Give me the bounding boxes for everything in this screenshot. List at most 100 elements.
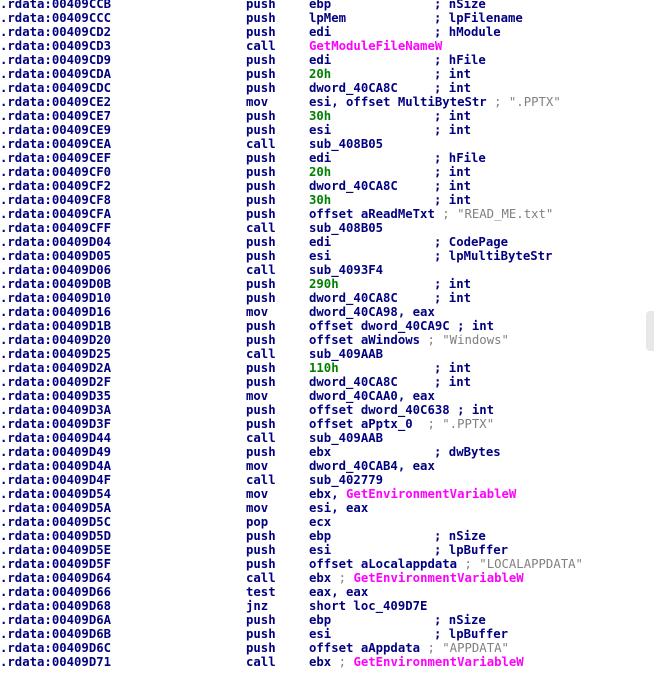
listing-line[interactable]: .rdata:00409CE9 push esi ; int (0, 123, 646, 137)
listing-line[interactable]: .rdata:00409D20 push offset aWindows ; "Wi… (0, 333, 646, 347)
listing-line[interactable]: .rdata:00409D5E push esi ; lpBuffer (0, 543, 646, 557)
line-comment: ; int (434, 277, 471, 291)
listing-line[interactable]: .rdata:00409D2F push dword_40CA8C ; int (0, 375, 646, 389)
line-mnemonic: test (246, 585, 276, 599)
listing-line[interactable]: .rdata:00409D66 test eax, eax (0, 585, 646, 599)
line-comment: ; int (434, 67, 471, 81)
operand-token: edi (309, 25, 332, 39)
operand-token: esi, eax (309, 501, 369, 515)
listing-line[interactable]: .rdata:00409D25 call sub_409AAB (0, 347, 646, 361)
listing-line[interactable]: .rdata:00409CEA call sub_408B05 (0, 137, 646, 151)
operand-token: ; "APPDATA" (427, 641, 509, 655)
line-mnemonic: push (246, 277, 276, 291)
scrollbar-thumb[interactable] (646, 311, 654, 351)
comment-token: ; lpBuffer (434, 627, 509, 641)
line-address: .rdata:00409CCB (0, 0, 112, 11)
listing-line[interactable]: .rdata:00409CFA push offset aReadMeTxt ; "… (0, 207, 646, 221)
line-mnemonic: call (246, 39, 276, 53)
listing-line[interactable]: .rdata:00409D44 call sub_409AAB (0, 431, 646, 445)
line-address: .rdata:00409D68 (0, 599, 112, 613)
line-address: .rdata:00409CDA (0, 67, 112, 81)
line-address: .rdata:00409D5A (0, 501, 112, 515)
listing-line[interactable]: .rdata:00409D0B push 290h ; int (0, 277, 646, 291)
operand-token: offset aReadMeTxt (309, 207, 443, 221)
listing-line[interactable]: .rdata:00409D35 mov dword_40CAA0, eax (0, 389, 646, 403)
listing-line[interactable]: .rdata:00409D4A mov dword_40CAB4, eax (0, 459, 646, 473)
line-operands: edi (309, 151, 331, 165)
listing-line[interactable]: .rdata:00409D3F push offset aPptx_0 ; ".PP… (0, 417, 646, 431)
listing-line[interactable]: .rdata:00409CCC push lpMem ; lpFilename (0, 11, 646, 25)
listing-line[interactable]: .rdata:00409D2A push 110h ; int (0, 361, 646, 375)
line-address: .rdata:00409D2A (0, 361, 112, 375)
line-mnemonic: push (246, 641, 276, 655)
line-mnemonic: push (246, 151, 276, 165)
line-address: .rdata:00409D71 (0, 655, 112, 669)
listing-line[interactable]: .rdata:00409D5D push ebp ; nSize (0, 529, 646, 543)
listing-line[interactable]: .rdata:00409D10 push dword_40CA8C ; int (0, 291, 646, 305)
line-address: .rdata:00409D49 (0, 445, 112, 459)
operand-token: dword_40CA8C (309, 291, 398, 305)
listing-line[interactable]: .rdata:00409D5F push offset aLocalappdata … (0, 557, 646, 571)
disassembly-listing[interactable]: .rdata:00409CCB push ebp; nSize .rdata:0040… (0, 0, 646, 669)
line-comment: ; nSize (434, 529, 486, 543)
listing-line[interactable]: .rdata:00409D68 jnz short loc_409D7E (0, 599, 646, 613)
line-operands: GetModuleFileNameW (309, 39, 442, 53)
listing-line[interactable]: .rdata:00409CEF push edi ; hFile (0, 151, 646, 165)
line-operands: dword_40CAA0, eax (309, 389, 435, 403)
listing-line[interactable]: .rdata:00409CD9 push edi ; hFile (0, 53, 646, 67)
listing-line[interactable]: .rdata:00409CDA push 20h ; int (0, 67, 646, 81)
line-address: .rdata:00409CE7 (0, 109, 112, 123)
listing-line[interactable]: .rdata:00409D6A push ebp ; nSize (0, 613, 646, 627)
line-operands: dword_40CA8C (309, 375, 398, 389)
line-operands: sub_409AAB (309, 347, 383, 361)
listing-line[interactable]: .rdata:00409CF0 push 20h ; int (0, 165, 646, 179)
listing-line[interactable]: .rdata:00409CD3 call GetModuleFileNameW (0, 39, 646, 53)
line-mnemonic: call (246, 263, 276, 277)
operand-token: edi (309, 151, 332, 165)
line-mnemonic: call (246, 655, 276, 669)
operand-token: ; "LOCALAPPDATA" (464, 557, 583, 571)
listing-line[interactable]: .rdata:00409D54 mov ebx, GetEnvironmentVar… (0, 487, 646, 501)
comment-token: ; int (434, 193, 472, 207)
listing-line[interactable]: .rdata:00409D06 call sub_4093F4 (0, 263, 646, 277)
listing-line[interactable]: .rdata:00409D49 push ebx ; dwBytes (0, 445, 646, 459)
listing-line[interactable]: .rdata:00409D6C push offset aAppdata ; "AP… (0, 641, 646, 655)
operand-token: ebp (309, 529, 332, 543)
line-address: .rdata:00409D3F (0, 417, 112, 431)
line-mnemonic: push (246, 123, 276, 137)
operand-token: 110h (309, 361, 339, 375)
listing-line[interactable]: .rdata:00409CE7 push 30h ; int (0, 109, 646, 123)
listing-line[interactable]: .rdata:00409CF8 push 30h ; int (0, 193, 646, 207)
listing-line[interactable]: .rdata:00409D5C pop ecx (0, 515, 646, 529)
operand-token: GetModuleFileNameW (309, 39, 443, 53)
line-operands: sub_409AAB (309, 431, 383, 445)
line-mnemonic: mov (246, 459, 269, 473)
line-mnemonic: push (246, 179, 276, 193)
listing-line[interactable]: .rdata:00409D5A mov esi, eax (0, 501, 646, 515)
listing-line[interactable]: .rdata:00409CFF call sub_408B05 (0, 221, 646, 235)
listing-line[interactable]: .rdata:00409D71 call ebx ; GetEnvironmentV… (0, 655, 646, 669)
listing-line[interactable]: .rdata:00409D04 push edi ; CodePage (0, 235, 646, 249)
listing-line[interactable]: .rdata:00409D4F call sub_402779 (0, 473, 646, 487)
operand-token: dword_40CAB4, eax (309, 459, 435, 473)
line-mnemonic: push (246, 333, 276, 347)
listing-line[interactable]: .rdata:00409D1B push offset dword_40CA9C ;… (0, 319, 646, 333)
listing-line[interactable]: .rdata:00409CCB push ebp ; nSize (0, 0, 646, 11)
operand-token: GetEnvironmentVariableW (353, 571, 524, 585)
listing-line[interactable]: .rdata:00409CD2 push edi ; hModule (0, 25, 646, 39)
listing-line[interactable]: .rdata:00409D16 mov dword_40CA98, eax (0, 305, 646, 319)
listing-line[interactable]: .rdata:00409D64 call ebx ; GetEnvironmentV… (0, 571, 646, 585)
line-mnemonic: call (246, 347, 276, 361)
listing-line[interactable]: .rdata:00409D05 push esi ; lpMultiByteStr (0, 249, 646, 263)
listing-line[interactable]: .rdata:00409D6B push esi ; lpBuffer (0, 627, 646, 641)
listing-line[interactable]: .rdata:00409D3A push offset dword_40C638 ;… (0, 403, 646, 417)
line-address: .rdata:00409D4F (0, 473, 112, 487)
listing-line[interactable]: .rdata:00409CF2 push dword_40CA8C ; int (0, 179, 646, 193)
operand-token: ebp (309, 613, 332, 627)
listing-line[interactable]: .rdata:00409CDC push dword_40CA8C ; int (0, 81, 646, 95)
line-mnemonic: push (246, 613, 276, 627)
listing-line[interactable]: .rdata:00409CE2 mov esi, offset MultiByteS… (0, 95, 646, 109)
line-operands: offset aLocalappdata ; "LOCALAPPDATA" (309, 557, 583, 571)
line-operands: ebx, GetEnvironmentVariableW (309, 487, 516, 501)
line-operands: esi, eax (309, 501, 368, 515)
